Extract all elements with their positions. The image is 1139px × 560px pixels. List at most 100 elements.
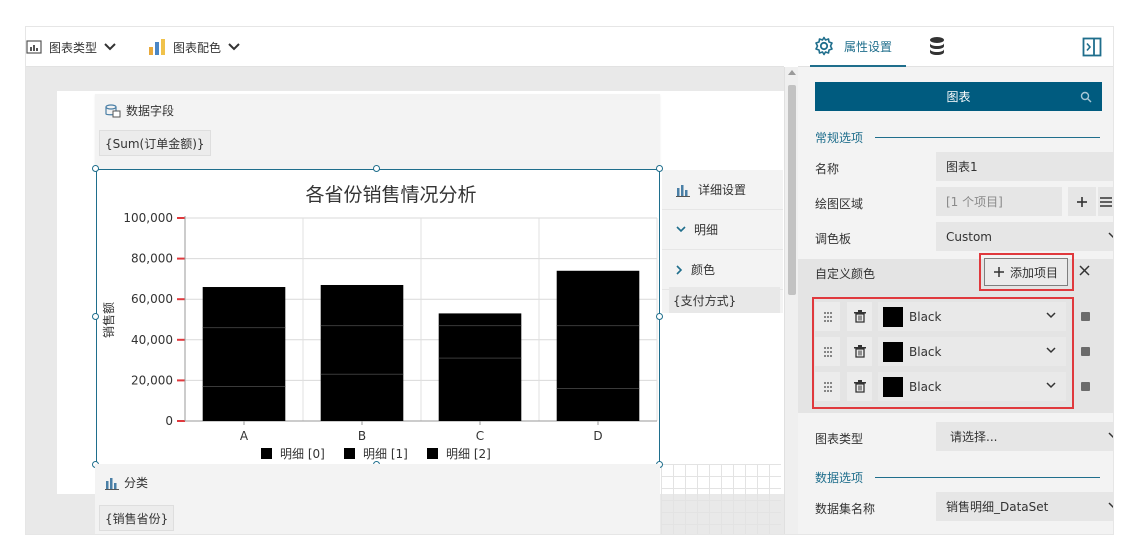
x-tick-label: C — [476, 429, 484, 443]
custom-colors-label: 自定义颜色 — [815, 267, 876, 281]
bar-segment — [556, 325, 640, 389]
search-label: 图表 — [946, 90, 971, 104]
chart-type-select[interactable]: 请选择... — [936, 422, 1113, 451]
search-icon — [1080, 91, 1092, 103]
scroll-thumb[interactable] — [788, 85, 796, 295]
color-select[interactable]: Black — [878, 337, 1066, 366]
legend-label: 明细 [0] — [280, 447, 325, 461]
dataset-select[interactable]: 销售明细_DataSet — [936, 492, 1113, 521]
y-tick-label: 20,000 — [131, 373, 173, 387]
payment-method-chip[interactable]: {支付方式} — [669, 287, 780, 313]
chart-type-dropdown[interactable]: 图表类型 — [26, 27, 116, 67]
color-option-icon[interactable] — [1081, 347, 1090, 356]
y-tick-label: 60,000 — [131, 292, 173, 306]
section-general: 常规选项 — [815, 129, 1101, 146]
chevron-down-icon — [1046, 382, 1056, 389]
resize-handle-right[interactable] — [656, 313, 663, 320]
canvas-grid — [661, 464, 781, 534]
legend-label: 明细 [1] — [363, 447, 408, 461]
section-general-title: 常规选项 — [815, 131, 864, 145]
tab-properties[interactable]: 属性设置 — [810, 27, 906, 67]
property-search-bar[interactable]: 图表 — [815, 82, 1102, 111]
canvas-scrollbar[interactable] — [784, 67, 798, 534]
scroll-up-icon[interactable] — [788, 70, 796, 75]
chart-color-dropdown[interactable]: 图表配色 — [148, 27, 240, 67]
plot-area-menu-button[interactable] — [1098, 187, 1113, 216]
plus-icon — [993, 267, 1004, 277]
detail-settings-header: 详细设置 — [662, 170, 783, 210]
clear-custom-colors-button[interactable] — [1079, 265, 1090, 279]
resize-handle-left[interactable] — [92, 313, 99, 320]
add-item-label: 添加项目 — [1009, 265, 1058, 280]
delete-color-button[interactable] — [847, 372, 872, 401]
resize-handle-top[interactable] — [373, 165, 380, 172]
bar-segment — [438, 325, 522, 359]
delete-color-button[interactable] — [847, 302, 872, 331]
chevron-down-icon — [1108, 502, 1113, 509]
resize-handle-top-right[interactable] — [656, 165, 663, 172]
color-name: Black — [909, 309, 942, 324]
color-select[interactable]: Black — [878, 302, 1066, 331]
bar-segment — [202, 287, 286, 328]
color-swatch — [883, 341, 903, 362]
chart-color-label: 图表配色 — [173, 40, 222, 55]
drag-handle-icon[interactable] — [815, 302, 840, 331]
bar-segment — [320, 284, 404, 326]
add-plot-area-button[interactable] — [1068, 187, 1096, 216]
chart-toolbar: 图表类型 图表配色 — [26, 27, 784, 67]
close-icon — [1079, 265, 1090, 276]
detail-settings-panel: 详细设置 明细 颜色 {支付方式} — [662, 170, 783, 313]
category-header: 分类 — [105, 474, 148, 491]
detail-label: 明细 — [694, 223, 719, 237]
drag-handle-icon[interactable] — [815, 372, 840, 401]
color-swatch — [883, 376, 903, 397]
detail-toggle[interactable]: 明细 — [662, 210, 783, 250]
chart-container[interactable]: 各省份销售情况分析 销售额 0 20,000 40,000 60,000 80,000 100… — [96, 169, 660, 465]
tab-data[interactable] — [928, 36, 946, 59]
dataset-label: 数据集名称 — [815, 502, 876, 516]
color-name: Black — [909, 379, 942, 394]
color-toggle[interactable]: 颜色 — [662, 250, 783, 290]
x-tick-label: D — [593, 429, 602, 443]
y-tick-label: 40,000 — [131, 333, 173, 347]
legend-swatch — [427, 448, 438, 459]
category-field-chip[interactable]: {销售省份} — [99, 505, 175, 531]
data-fields-panel: 数据字段 {Sum(订单金额)} — [95, 94, 660, 170]
bar-segment — [202, 327, 286, 387]
color-option-icon[interactable] — [1081, 312, 1090, 321]
tab-properties-label: 属性设置 — [844, 39, 893, 54]
bar-segment — [320, 325, 404, 375]
chevron-right-icon — [676, 264, 683, 275]
palette-value: Custom — [946, 229, 992, 244]
delete-color-button[interactable] — [847, 337, 872, 366]
palette-select[interactable]: Custom — [936, 222, 1113, 251]
legend-label: 明细 [2] — [446, 447, 491, 461]
name-input[interactable]: 图表1 — [936, 152, 1113, 181]
chart-type-label: 图表类型 — [49, 40, 98, 55]
color-label: 颜色 — [691, 263, 716, 277]
y-tick-label: 0 — [165, 414, 173, 428]
plot-area-input[interactable]: [1 个项目] — [936, 187, 1062, 216]
chevron-down-icon — [1046, 347, 1056, 354]
chevron-down-icon — [676, 226, 686, 233]
database-icon — [930, 37, 944, 55]
custom-color-row: Black — [815, 302, 1105, 331]
color-option-icon[interactable] — [1081, 382, 1090, 391]
bar-segment — [320, 374, 404, 421]
chevron-down-icon — [1046, 312, 1056, 319]
panel-toggle-icon — [1082, 37, 1102, 57]
report-designer: 图表类型 图表配色 数据字段 {Sum(订单金额)} 详细设置 明细 颜色 {支… — [26, 27, 1113, 534]
x-tick-label: A — [240, 429, 249, 443]
add-item-button[interactable]: 添加项目 — [984, 258, 1068, 286]
collapse-panel-button[interactable] — [1082, 37, 1102, 60]
properties-panel: 属性设置 图表 常规选项 名称 图表1 绘图区域 [1 个项目] 调色板 Cus… — [798, 27, 1113, 534]
trash-icon — [853, 310, 866, 323]
chevron-down-icon — [104, 43, 116, 51]
bar-segment — [556, 388, 640, 421]
section-data: 数据选项 — [815, 469, 1101, 486]
bar-chart-icon — [105, 477, 119, 490]
resize-handle-top-left[interactable] — [92, 165, 99, 172]
value-field-chip[interactable]: {Sum(订单金额)} — [99, 130, 211, 156]
color-select[interactable]: Black — [878, 372, 1066, 401]
drag-handle-icon[interactable] — [815, 337, 840, 366]
